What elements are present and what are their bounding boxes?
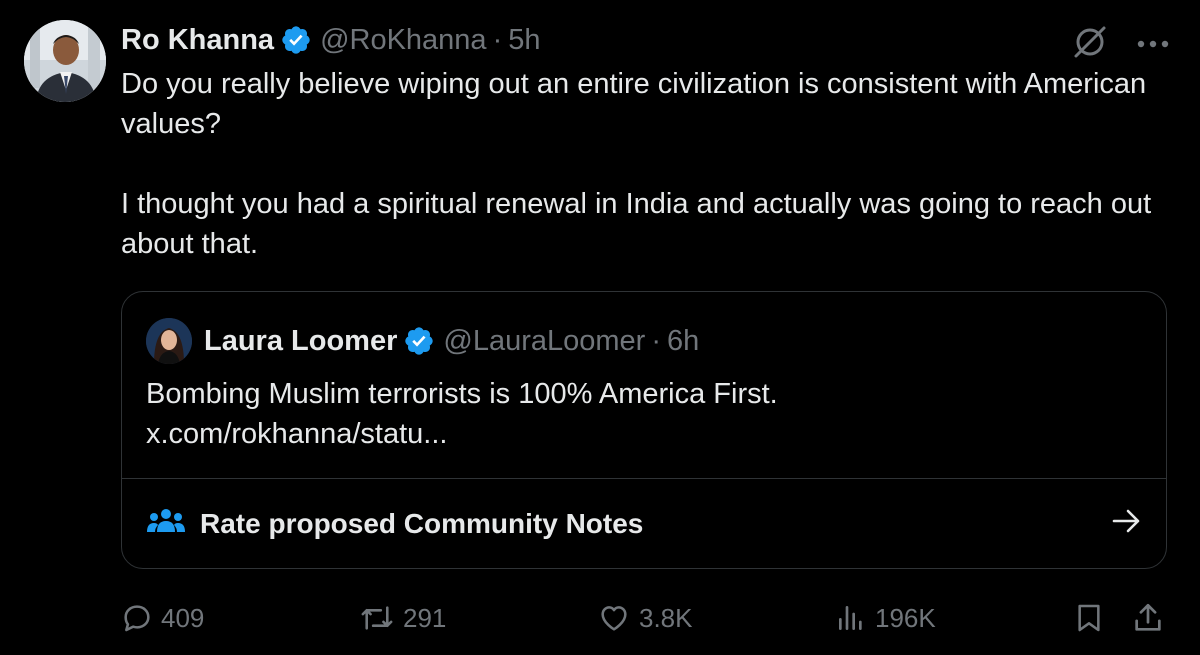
tweet[interactable]: Ro Khanna @RoKhanna · 5h Do you really b… — [0, 0, 1200, 655]
repost-icon — [361, 606, 393, 630]
verified-badge-icon — [280, 24, 312, 56]
verified-badge-icon — [403, 325, 435, 357]
quoted-tweet-time[interactable]: 6h — [667, 325, 699, 358]
quoted-tweet-header: Laura Loomer @LauraLoomer · 6h — [146, 318, 699, 364]
bookmark-button[interactable] — [1073, 596, 1113, 640]
tweet-header: Ro Khanna @RoKhanna · 5h — [121, 18, 541, 62]
more-icon[interactable] — [1136, 36, 1170, 54]
separator-dot: · — [651, 324, 661, 357]
like-button[interactable]: 3.8K — [597, 596, 693, 640]
quoted-author-handle[interactable]: @LauraLoomer — [443, 325, 645, 358]
tweet-paragraph: Do you really believe wiping out an enti… — [121, 68, 1147, 140]
repost-button[interactable]: 291 — [359, 596, 446, 640]
views-count: 196K — [875, 602, 936, 633]
author-avatar[interactable] — [24, 20, 106, 102]
views-button[interactable]: 196K — [835, 596, 936, 640]
tweet-time[interactable]: 5h — [508, 24, 540, 57]
separator-dot: · — [492, 23, 503, 56]
community-notes-icon — [146, 506, 186, 541]
quoted-tweet-text: Bombing Muslim terrorists is 100% Americ… — [146, 374, 778, 454]
community-notes-bar[interactable]: Rate proposed Community Notes — [122, 478, 1166, 568]
quoted-tweet[interactable]: Laura Loomer @LauraLoomer · 6h Bombing M… — [121, 291, 1167, 569]
reply-icon — [124, 605, 150, 632]
like-count: 3.8K — [639, 602, 693, 633]
views-icon — [839, 606, 862, 630]
quoted-author-avatar[interactable] — [146, 318, 192, 364]
action-bar: 409 291 3.8K 196K — [121, 596, 1171, 640]
share-button[interactable] — [1131, 596, 1173, 640]
like-icon — [601, 606, 627, 631]
quoted-author-name[interactable]: Laura Loomer — [204, 325, 397, 358]
repost-count: 291 — [403, 602, 447, 633]
top-icons — [1070, 22, 1170, 67]
reply-button[interactable]: 409 — [121, 596, 204, 640]
grok-icon[interactable] — [1070, 22, 1110, 67]
share-icon — [1135, 603, 1161, 631]
author-name[interactable]: Ro Khanna — [121, 24, 274, 57]
community-notes-label: Rate proposed Community Notes — [200, 507, 644, 539]
quoted-link[interactable]: x.com/rokhanna/statu... — [146, 414, 778, 454]
tweet-paragraph: I thought you had a spiritual renewal in… — [121, 188, 1152, 260]
arrow-right-icon[interactable] — [1112, 508, 1142, 539]
bookmark-icon — [1078, 604, 1100, 632]
author-handle[interactable]: @RoKhanna — [320, 24, 487, 57]
tweet-text: Do you really believe wiping out an enti… — [121, 64, 1161, 264]
quoted-text-line: Bombing Muslim terrorists is 100% Americ… — [146, 378, 778, 410]
reply-count: 409 — [161, 602, 205, 633]
